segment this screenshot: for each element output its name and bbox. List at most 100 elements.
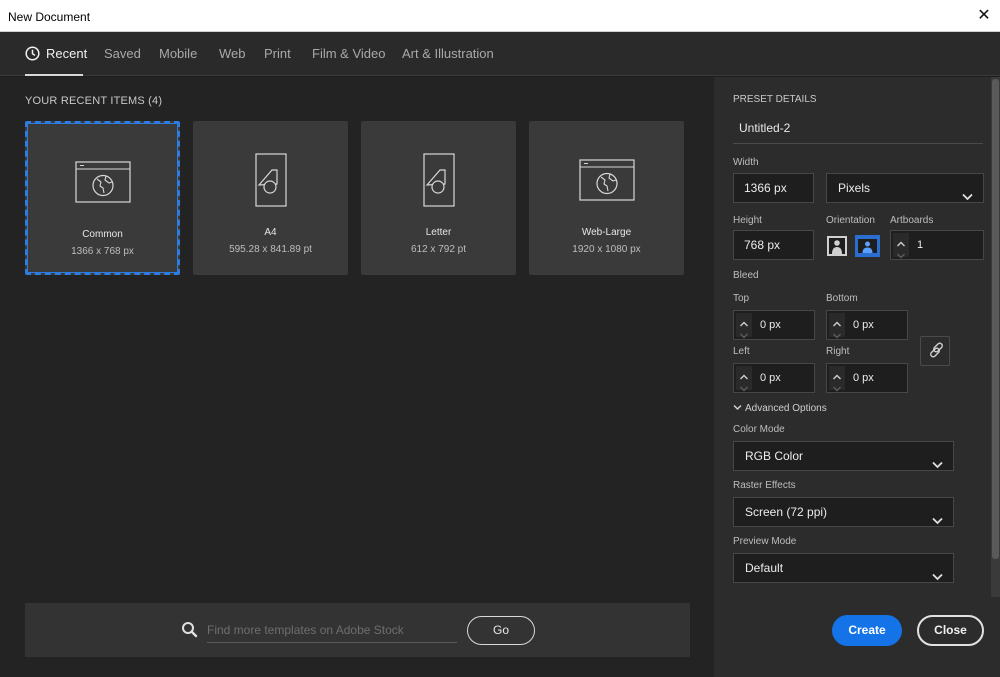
close-button[interactable]: Close	[917, 615, 984, 646]
recent-item-name: A4	[264, 227, 277, 238]
preset-details-header: PRESET DETAILS	[733, 94, 817, 105]
color-mode-select[interactable]: RGB Color	[733, 441, 954, 471]
artboards-label: Artboards	[890, 215, 934, 226]
color-mode-label: Color Mode	[733, 424, 785, 435]
preview-mode-select[interactable]: Default	[733, 553, 954, 583]
preview-mode-label: Preview Mode	[733, 536, 797, 547]
chevron-down-icon	[932, 563, 943, 591]
tab-mobile[interactable]: Mobile	[159, 46, 197, 61]
width-field[interactable]: 1366 px	[733, 173, 814, 203]
recent-item-name: Common	[82, 229, 123, 240]
recent-item-common[interactable]: Common 1366 x 768 px	[25, 121, 180, 275]
decrement-icon[interactable]	[829, 378, 845, 392]
units-value: Pixels	[838, 181, 871, 195]
preset-details-panel: PRESET DETAILS Untitled-2 Width 1366 px …	[714, 77, 1000, 677]
create-button[interactable]: Create	[832, 615, 902, 646]
bleed-right-stepper[interactable]: 0 px	[826, 363, 908, 393]
decrement-icon[interactable]	[736, 378, 752, 392]
bleed-top-value: 0 px	[760, 319, 781, 331]
recent-items-panel: YOUR RECENT ITEMS (4) Common 1366 x 768 …	[0, 77, 714, 677]
width-label: Width	[733, 157, 759, 168]
decrement-icon[interactable]	[736, 325, 752, 339]
recent-item-web-large[interactable]: Web-Large 1920 x 1080 px	[529, 121, 684, 275]
decrement-icon[interactable]	[893, 245, 909, 259]
increment-icon[interactable]	[736, 313, 752, 327]
recent-item-name: Web-Large	[581, 227, 632, 238]
bleed-top-label: Top	[733, 293, 750, 304]
recent-item-a4[interactable]: A4 595.28 x 841.89 pt	[193, 121, 348, 275]
units-select[interactable]: Pixels	[826, 173, 984, 203]
landscape-orientation-icon[interactable]	[855, 235, 880, 257]
bleed-top-stepper[interactable]: 0 px	[733, 310, 815, 340]
recent-item-size: 1920 x 1080 px	[572, 244, 641, 255]
bleed-bottom-stepper[interactable]: 0 px	[826, 310, 908, 340]
decrement-icon[interactable]	[829, 325, 845, 339]
increment-icon[interactable]	[829, 366, 845, 380]
artboards-stepper[interactable]: 1	[890, 230, 984, 260]
stepper-arrows	[893, 233, 909, 259]
web-document-icon	[578, 159, 635, 206]
category-tabs: Recent Saved Mobile Web Print Film & Vid…	[0, 32, 1000, 76]
artboards-value: 1	[917, 239, 924, 251]
stepper-arrows	[829, 366, 845, 392]
recent-items-title: YOUR RECENT ITEMS (4)	[25, 95, 163, 107]
stepper-arrows	[829, 313, 845, 339]
bleed-right-label: Right	[826, 346, 850, 357]
stock-search-input[interactable]	[207, 617, 457, 643]
tab-saved[interactable]: Saved	[104, 46, 141, 61]
stock-search-bar: Go	[25, 603, 690, 657]
tab-art-illustration[interactable]: Art & Illustration	[402, 46, 494, 61]
raster-effects-select[interactable]: Screen (72 ppi)	[733, 497, 954, 527]
orientation-label: Orientation	[826, 215, 875, 226]
link-bleed-button[interactable]	[920, 336, 950, 366]
print-document-icon	[254, 153, 287, 212]
advanced-options-toggle[interactable]: Advanced Options	[733, 403, 827, 414]
raster-effects-label: Raster Effects	[733, 480, 796, 491]
clock-icon	[25, 46, 40, 64]
tab-web[interactable]: Web	[219, 46, 246, 61]
scrollbar-thumb[interactable]	[992, 79, 999, 559]
increment-icon[interactable]	[893, 233, 909, 247]
color-mode-value: RGB Color	[745, 449, 804, 463]
window-close-icon[interactable]: ✕	[974, 6, 994, 26]
tab-recent-label: Recent	[46, 46, 88, 61]
recent-item-size: 612 x 792 pt	[410, 244, 467, 255]
increment-icon[interactable]	[829, 313, 845, 327]
preview-mode-value: Default	[745, 561, 784, 575]
recent-item-size: 1366 x 768 px	[71, 246, 134, 257]
advanced-options-label: Advanced Options	[745, 403, 827, 414]
tab-recent[interactable]: Recent	[25, 46, 87, 64]
web-document-icon	[74, 161, 131, 208]
bleed-left-stepper[interactable]: 0 px	[733, 363, 815, 393]
title-bar: New Document ✕	[0, 0, 1000, 32]
bleed-bottom-label: Bottom	[826, 293, 858, 304]
preset-scrollbar[interactable]	[991, 77, 1000, 597]
tab-film-video[interactable]: Film & Video	[312, 46, 385, 61]
height-field[interactable]: 768 px	[733, 230, 814, 260]
stepper-arrows	[736, 313, 752, 339]
active-tab-indicator	[25, 74, 83, 76]
bleed-left-label: Left	[733, 346, 750, 357]
chevron-down-icon	[733, 404, 742, 411]
portrait-orientation-icon[interactable]	[826, 235, 848, 257]
chain-link-icon	[921, 342, 949, 369]
recent-item-letter[interactable]: Letter 612 x 792 pt	[361, 121, 516, 275]
document-name-field[interactable]: Untitled-2	[733, 116, 983, 144]
bleed-right-value: 0 px	[853, 372, 874, 384]
bleed-left-value: 0 px	[760, 372, 781, 384]
tab-print[interactable]: Print	[264, 46, 291, 61]
raster-effects-value: Screen (72 ppi)	[745, 505, 828, 519]
increment-icon[interactable]	[736, 366, 752, 380]
chevron-down-icon	[932, 507, 943, 535]
print-document-icon	[422, 153, 455, 212]
search-icon	[181, 621, 198, 643]
recent-item-name: Letter	[425, 227, 452, 238]
height-label: Height	[733, 215, 762, 226]
bleed-label: Bleed	[733, 270, 759, 281]
bleed-bottom-value: 0 px	[853, 319, 874, 331]
recent-item-size: 595.28 x 841.89 pt	[229, 244, 312, 255]
stepper-arrows	[736, 366, 752, 392]
chevron-down-icon	[932, 451, 943, 479]
chevron-down-icon	[962, 183, 973, 211]
go-button[interactable]: Go	[467, 616, 535, 645]
